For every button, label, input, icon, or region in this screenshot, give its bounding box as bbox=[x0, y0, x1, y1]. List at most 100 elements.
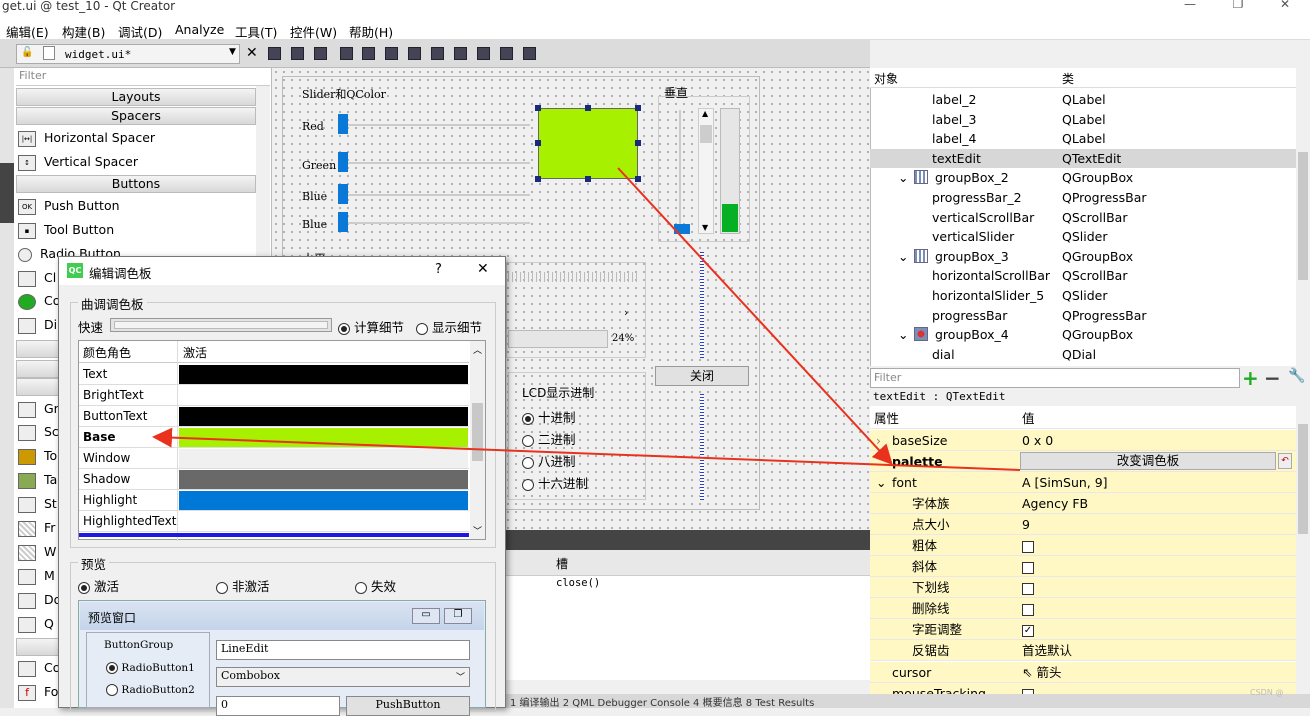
color-swatch[interactable] bbox=[179, 470, 468, 489]
vertical-slider-handle[interactable] bbox=[674, 224, 690, 234]
blue-slider[interactable] bbox=[340, 194, 530, 196]
red-slider[interactable] bbox=[340, 124, 530, 126]
break-layout-icon[interactable] bbox=[500, 47, 513, 60]
edit-widgets-icon[interactable] bbox=[268, 47, 281, 60]
color-swatch[interactable] bbox=[179, 386, 468, 405]
color-swatch[interactable] bbox=[179, 428, 468, 447]
menu-edit[interactable]: 编辑(E) bbox=[6, 22, 49, 41]
widget-vertical-spacer[interactable]: ↕ Vertical Spacer bbox=[18, 151, 256, 173]
color-role-row[interactable]: Highlight bbox=[79, 490, 469, 511]
collapse-icon[interactable]: ⌄ bbox=[898, 247, 908, 266]
widget-tool-button[interactable]: ▪ Tool Button bbox=[18, 219, 256, 241]
output-tabs[interactable]: 1 编译输出 2 QML Debugger Console 4 概要信息 8 T… bbox=[510, 694, 814, 709]
italic-checkbox[interactable] bbox=[1022, 561, 1034, 574]
menu-widgets[interactable]: 控件(W) bbox=[290, 22, 337, 41]
lcd-bin-radio[interactable]: 二进制 bbox=[522, 429, 576, 448]
color-role-row[interactable]: Window bbox=[79, 448, 469, 469]
color-swatch[interactable] bbox=[179, 365, 468, 384]
restore-button[interactable]: ❐ bbox=[1218, 0, 1258, 11]
property-scroll-thumb[interactable] bbox=[1298, 424, 1308, 534]
prop-basesize[interactable]: › baseSize 0 x 0 bbox=[870, 430, 1296, 451]
quick-color-button[interactable] bbox=[110, 318, 332, 332]
horizontal-slider[interactable] bbox=[508, 272, 640, 282]
object-row[interactable]: dial QDial bbox=[870, 345, 1296, 365]
prop-font[interactable]: ⌄ font A [SimSun, 9] bbox=[870, 472, 1296, 493]
color-role-row[interactable]: Text bbox=[79, 364, 469, 385]
preview-inactive-radio[interactable]: 非激活 bbox=[216, 576, 270, 595]
reset-icon[interactable]: ↶ bbox=[1278, 453, 1292, 469]
green-slider-handle[interactable] bbox=[338, 152, 348, 172]
object-row[interactable]: verticalSlider QSlider bbox=[870, 227, 1296, 247]
calc-detail-radio[interactable]: 计算细节 bbox=[338, 317, 404, 336]
bold-checkbox[interactable] bbox=[1022, 540, 1034, 553]
selection-handle[interactable] bbox=[535, 105, 541, 111]
category-layouts[interactable]: Layouts bbox=[16, 88, 256, 106]
preview-disabled-radio[interactable]: 失效 bbox=[355, 576, 396, 595]
preview-pushbutton[interactable]: PushButton bbox=[346, 696, 470, 716]
role-scroll-thumb[interactable] bbox=[472, 403, 483, 461]
chevron-up-icon[interactable]: ︿ bbox=[473, 343, 482, 356]
property-filter-input[interactable]: Filter bbox=[870, 368, 1240, 388]
expand-icon[interactable]: › bbox=[876, 430, 881, 451]
role-table-scrollbar[interactable]: ︿ ﹀ bbox=[470, 341, 485, 539]
prop-kerning[interactable]: 字距调整 ✓ bbox=[870, 619, 1296, 640]
color-swatch[interactable] bbox=[179, 491, 468, 510]
preview-spinbox[interactable]: 0 bbox=[216, 696, 340, 716]
menu-tools[interactable]: 工具(T) bbox=[235, 22, 277, 41]
prop-bold[interactable]: 粗体 bbox=[870, 535, 1296, 556]
prop-antialias[interactable]: 反锯齿 首选默认 bbox=[870, 640, 1296, 661]
remove-property-icon[interactable]: − bbox=[1264, 366, 1281, 390]
scroll-up-icon[interactable]: ▲ bbox=[702, 109, 708, 118]
widget-filter-input[interactable]: Filter bbox=[16, 68, 270, 86]
selection-handle[interactable] bbox=[585, 105, 591, 111]
selection-handle[interactable] bbox=[535, 176, 541, 182]
layout-v-splitter-icon[interactable] bbox=[431, 47, 444, 60]
chevron-right-icon[interactable]: › bbox=[624, 306, 628, 319]
edit-buddies-icon[interactable] bbox=[314, 47, 327, 60]
edit-signals-icon[interactable] bbox=[291, 47, 304, 60]
object-row[interactable]: ⌄ groupBox_2 QGroupBox bbox=[870, 168, 1296, 188]
prop-italic[interactable]: 斜体 bbox=[870, 556, 1296, 577]
add-property-icon[interactable]: + bbox=[1242, 366, 1259, 390]
preview-radio2[interactable]: RadioButton2 bbox=[106, 684, 195, 696]
collapse-icon[interactable]: ⌄ bbox=[876, 472, 886, 493]
object-row[interactable]: label_3 QLabel bbox=[870, 110, 1296, 130]
color-swatch[interactable] bbox=[179, 449, 468, 468]
close-window-button[interactable]: ✕ bbox=[1265, 0, 1305, 11]
scroll-down-icon[interactable]: ▼ bbox=[702, 223, 708, 232]
object-row[interactable]: verticalScrollBar QScrollBar bbox=[870, 208, 1296, 228]
color-role-row[interactable]: ButtonText bbox=[79, 406, 469, 427]
layout-vertical-icon[interactable] bbox=[385, 47, 398, 60]
scroll-thumb[interactable] bbox=[700, 125, 712, 143]
layout-h-splitter-icon[interactable] bbox=[408, 47, 421, 60]
wrench-icon[interactable]: 🔧 bbox=[1288, 368, 1305, 384]
preview-radio1[interactable]: RadioButton1 bbox=[106, 662, 195, 674]
prop-cursor[interactable]: cursor ⇖ 箭头 bbox=[870, 662, 1296, 683]
object-scroll-thumb[interactable] bbox=[1298, 152, 1308, 280]
selection-handle[interactable] bbox=[585, 176, 591, 182]
menu-debug[interactable]: 调试(D) bbox=[118, 22, 162, 41]
selection-handle[interactable] bbox=[635, 176, 641, 182]
layout-form-icon[interactable] bbox=[454, 47, 467, 60]
widget-horizontal-spacer[interactable]: |↔| Horizontal Spacer bbox=[18, 127, 256, 149]
preview-combobox[interactable]: Combobox ﹀ bbox=[216, 667, 470, 687]
lcd-dec-radio[interactable]: 十进制 bbox=[522, 407, 576, 426]
color-role-row[interactable]: BrightText bbox=[79, 385, 469, 406]
category-buttons[interactable]: Buttons bbox=[16, 175, 256, 193]
menu-analyze[interactable]: Analyze bbox=[175, 22, 224, 37]
object-row[interactable]: horizontalScrollBar QScrollBar bbox=[870, 266, 1296, 286]
close-doc-icon[interactable]: ✕ bbox=[246, 45, 258, 61]
menu-help[interactable]: 帮助(H) bbox=[349, 22, 393, 41]
underline-checkbox[interactable] bbox=[1022, 582, 1034, 595]
object-row[interactable]: progressBar_2 QProgressBar bbox=[870, 188, 1296, 208]
color-swatch[interactable] bbox=[179, 407, 468, 426]
object-row[interactable]: horizontalSlider_5 QSlider bbox=[870, 286, 1296, 306]
dialog-close-button[interactable]: ✕ bbox=[477, 261, 489, 277]
slot-value[interactable]: close() bbox=[556, 577, 600, 589]
prop-pointsize[interactable]: 点大小 9 bbox=[870, 514, 1296, 535]
color-role-row[interactable]: Shadow bbox=[79, 469, 469, 490]
object-row[interactable]: label_4 QLabel bbox=[870, 129, 1296, 149]
color-preview-textedit[interactable] bbox=[538, 108, 638, 179]
color-swatch[interactable] bbox=[179, 512, 468, 531]
object-row[interactable]: ⌄ groupBox_3 QGroupBox bbox=[870, 247, 1296, 267]
